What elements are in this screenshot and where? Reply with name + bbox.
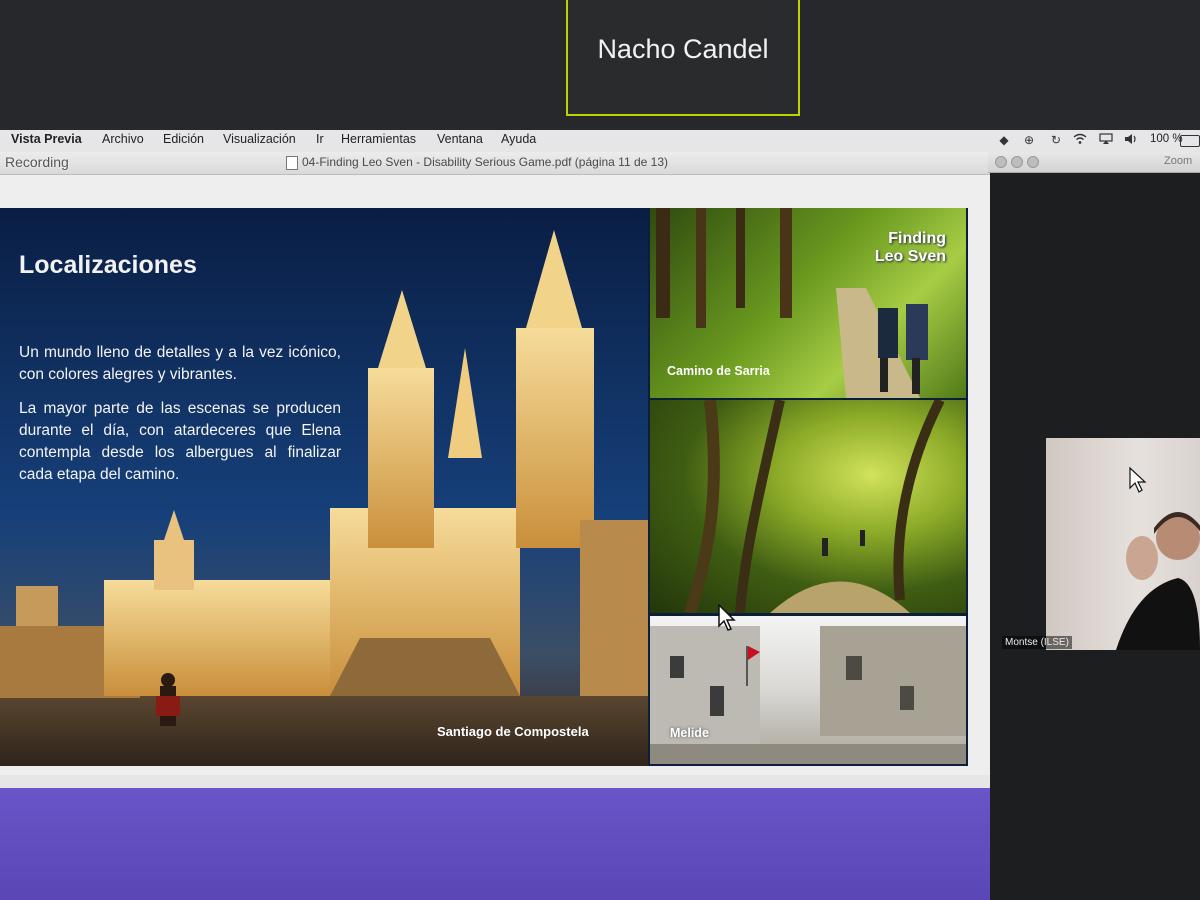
woods-illustration	[684, 400, 945, 613]
menu-ayuda[interactable]: Ayuda	[501, 132, 536, 146]
menu-ventana[interactable]: Ventana	[437, 132, 483, 146]
dropbox-icon[interactable]: ◆	[997, 133, 1011, 147]
caption-santiago: Santiago de Compostela	[437, 724, 589, 739]
minimize-window-button[interactable]	[1011, 156, 1023, 168]
caption-melide: Melide	[670, 726, 709, 740]
wifi-icon[interactable]	[1073, 133, 1087, 147]
menu-herramientas[interactable]: Herramientas	[341, 132, 416, 146]
mouse-cursor-icon	[718, 604, 736, 631]
zoom-window-button[interactable]	[1027, 156, 1039, 168]
menu-ir[interactable]: Ir	[316, 132, 324, 146]
slide-title: Localizaciones	[19, 251, 197, 279]
active-speaker-tile[interactable]: Nacho Candel	[566, 0, 800, 116]
melide-photo: Melide	[650, 616, 966, 764]
sync-icon[interactable]: ↻	[1049, 133, 1063, 147]
sarria-photo: Finding Leo Sven Camino de Sarria	[650, 208, 966, 398]
page-separator	[0, 775, 990, 789]
interpreter-video	[1116, 466, 1200, 650]
participant-name-label: Montse (ILSE)	[1002, 636, 1072, 649]
menu-app-name[interactable]: Vista Previa	[11, 132, 82, 146]
menu-bar: Vista Previa Archivo Edición Visualizaci…	[0, 130, 1200, 153]
battery-percent: 100 %	[1150, 133, 1183, 145]
window-titlebar[interactable]: Recording 04-Finding Leo Sven - Disabili…	[0, 152, 990, 175]
slide-page: Localizaciones Un mundo lleno de detalle…	[0, 208, 968, 766]
next-page-preview[interactable]	[0, 788, 990, 900]
village-illustration	[650, 626, 966, 764]
close-window-button[interactable]	[995, 156, 1007, 168]
zoom-window-titlebar[interactable]: Zoom	[988, 152, 1200, 173]
menu-visualizacion[interactable]: Visualización	[223, 132, 296, 146]
zoom-window-title: Zoom	[1164, 155, 1193, 167]
document-title: 04-Finding Leo Sven - Disability Serious…	[302, 155, 668, 169]
interpreter-video-tile[interactable]	[1046, 438, 1200, 650]
pdf-document-icon	[286, 156, 298, 170]
speaker-name: Nacho Candel	[597, 34, 769, 64]
santiago-photo: Localizaciones Un mundo lleno de detalle…	[0, 208, 648, 766]
cathedral-illustration	[0, 230, 648, 766]
preview-window: Recording 04-Finding Leo Sven - Disabili…	[0, 152, 990, 802]
airplay-icon[interactable]	[1099, 133, 1113, 147]
caption-sarria: Camino de Sarria	[667, 364, 770, 378]
volume-icon[interactable]	[1124, 133, 1138, 147]
menu-archivo[interactable]: Archivo	[102, 132, 144, 146]
forest-photo	[650, 400, 966, 613]
recording-indicator: Recording	[5, 154, 69, 170]
slide-paragraph-1: Un mundo lleno de detalles y a la vez ic…	[19, 344, 341, 383]
menu-edicion[interactable]: Edición	[163, 132, 204, 146]
accessibility-icon[interactable]: ⊕	[1022, 133, 1036, 147]
slide-paragraph-2: La mayor parte de las escenas se produce…	[19, 400, 341, 483]
brand-logo: Finding Leo Sven	[874, 230, 946, 265]
battery-icon[interactable]	[1180, 135, 1200, 147]
